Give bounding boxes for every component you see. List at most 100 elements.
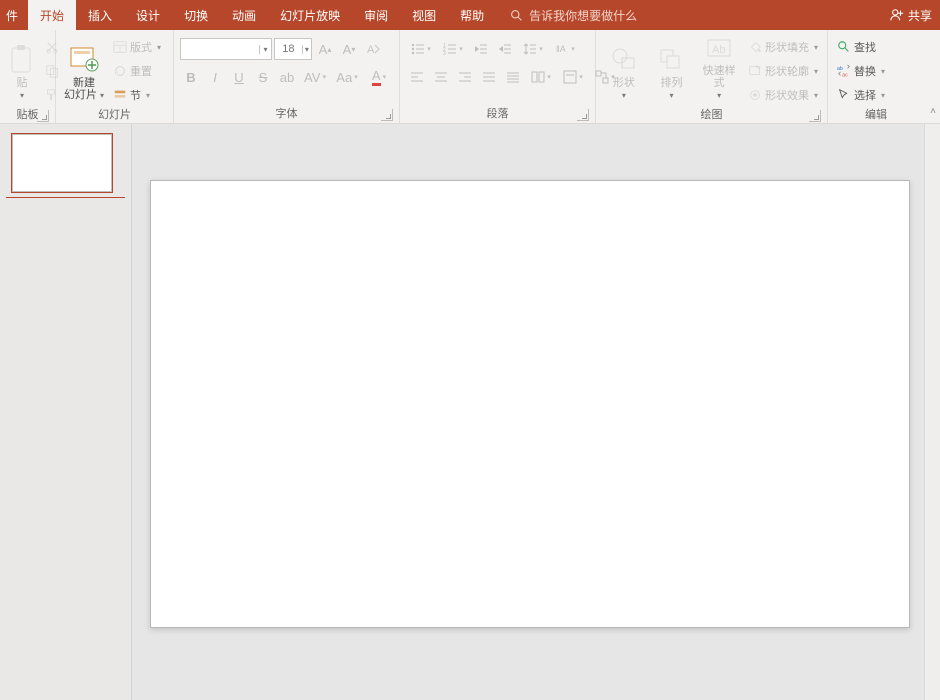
tab-review[interactable]: 审阅 <box>352 0 400 30</box>
decrease-indent-button[interactable] <box>470 38 492 60</box>
align-right-button[interactable] <box>454 66 476 88</box>
find-button[interactable]: 查找 <box>834 36 888 58</box>
ribbon: 贴▾ 贴板 新建 幻灯片 ▾ 版式▾ 重置 节▾ 幻灯片 <box>0 30 940 124</box>
clear-format-button[interactable]: A <box>362 38 384 60</box>
shape-fill-button[interactable]: 形状填充▾ <box>745 36 821 58</box>
shape-effects-button[interactable]: 形状效果▾ <box>745 84 821 106</box>
slide-canvas-area <box>132 124 940 700</box>
tab-design[interactable]: 设计 <box>124 0 172 30</box>
shapes-icon <box>610 46 638 72</box>
group-font: ▾ ▾ A▴ A▾ A B I U S ab AV▾ Aa▾ A▾ <box>174 30 400 123</box>
bold-button[interactable]: B <box>180 66 202 88</box>
shrink-font-button[interactable]: A▾ <box>338 38 360 60</box>
tell-me-search[interactable]: 告诉我你想要做什么 <box>510 0 637 30</box>
arrange-icon <box>657 46 685 72</box>
shadow-button[interactable]: ab <box>276 66 298 88</box>
font-size-dropdown[interactable]: ▾ <box>302 45 311 54</box>
tab-animations[interactable]: 动画 <box>220 0 268 30</box>
grow-font-button[interactable]: A▴ <box>314 38 336 60</box>
font-family-combo[interactable]: ▾ <box>180 38 272 60</box>
tab-file[interactable]: 件 <box>0 0 28 30</box>
tab-help[interactable]: 帮助 <box>448 0 496 30</box>
new-slide-label: 新建 幻灯片 <box>64 77 97 101</box>
align-text-button[interactable]: ▾ <box>558 66 588 88</box>
tab-view[interactable]: 视图 <box>400 0 448 30</box>
align-left-button[interactable] <box>406 66 428 88</box>
tab-slideshow[interactable]: 幻灯片放映 <box>268 0 352 30</box>
distribute-button[interactable] <box>502 66 524 88</box>
text-direction-button[interactable]: ‖A▾ <box>550 38 580 60</box>
increase-indent-button[interactable] <box>494 38 516 60</box>
strike-button[interactable]: S <box>252 66 274 88</box>
quick-styles-button[interactable]: Ab 快速样式▾ <box>697 34 741 102</box>
arrange-label: 排列 <box>660 77 682 89</box>
tab-strip: 件 开始 插入 设计 切换 动画 幻灯片放映 审阅 视图 帮助 告诉我你想要做什… <box>0 0 940 30</box>
svg-text:ab: ab <box>837 66 843 72</box>
tab-transitions[interactable]: 切换 <box>172 0 220 30</box>
font-family-dropdown[interactable]: ▾ <box>259 45 271 54</box>
shapes-button[interactable]: 形状▾ <box>602 34 646 102</box>
group-editing: 查找 abac替换▾ 选择▾ 编辑 <box>828 30 924 123</box>
arrange-button[interactable]: 排列▾ <box>650 34 694 102</box>
vertical-scrollbar[interactable] <box>924 124 940 700</box>
svg-text:3: 3 <box>443 51 446 56</box>
line-spacing-button[interactable]: ▾ <box>518 38 548 60</box>
group-slides-label: 幻灯片 <box>98 109 131 121</box>
layout-icon <box>113 40 127 54</box>
slide-thumbnail-1[interactable] <box>12 134 112 192</box>
group-clipboard: 贴▾ 贴板 <box>0 30 56 123</box>
layout-label: 版式 <box>130 39 152 55</box>
char-spacing-button[interactable]: AV▾ <box>300 66 330 88</box>
font-size-combo[interactable]: ▾ <box>274 38 312 60</box>
select-label: 选择 <box>854 87 876 103</box>
align-text-icon <box>563 70 577 84</box>
shape-fill-label: 形状填充 <box>765 39 809 55</box>
share-button[interactable]: 共享 <box>890 0 932 30</box>
align-left-icon <box>410 70 424 84</box>
shape-outline-button[interactable]: 形状轮廓▾ <box>745 60 821 82</box>
quick-styles-icon: Ab <box>705 36 733 62</box>
numbering-button[interactable]: 123▾ <box>438 38 468 60</box>
align-center-icon <box>434 70 448 84</box>
section-icon <box>113 88 127 102</box>
paste-icon <box>9 44 35 74</box>
svg-text:‖A: ‖A <box>556 44 566 54</box>
collapse-ribbon-button[interactable]: ˄ <box>930 106 936 117</box>
replace-button[interactable]: abac替换▾ <box>834 60 888 82</box>
shape-effects-label: 形状效果 <box>765 87 809 103</box>
replace-icon: abac <box>837 64 851 78</box>
columns-button[interactable]: ▾ <box>526 66 556 88</box>
font-color-button[interactable]: A▾ <box>364 66 394 88</box>
tab-insert[interactable]: 插入 <box>76 0 124 30</box>
workspace <box>0 124 940 700</box>
group-drawing: 形状▾ 排列▾ Ab 快速样式▾ 形状填充▾ 形状轮廓▾ 形状效果▾ 绘图 <box>596 30 828 123</box>
font-size-input[interactable] <box>275 43 302 55</box>
reset-label: 重置 <box>130 63 152 79</box>
align-justify-button[interactable] <box>478 66 500 88</box>
outdent-icon <box>474 42 488 56</box>
layout-button[interactable]: 版式▾ <box>110 36 164 58</box>
paste-button[interactable]: 贴▾ <box>6 34 38 102</box>
bullets-button[interactable]: ▾ <box>406 38 436 60</box>
align-center-button[interactable] <box>430 66 452 88</box>
italic-button[interactable]: I <box>204 66 226 88</box>
clipboard-dialog-launcher[interactable] <box>37 110 49 122</box>
section-button[interactable]: 节▾ <box>110 84 164 106</box>
tab-home[interactable]: 开始 <box>28 0 76 30</box>
bullets-icon <box>411 42 425 56</box>
group-paragraph-label: 段落 <box>487 108 509 120</box>
slide-canvas[interactable] <box>150 180 910 628</box>
quick-styles-label: 快速样式 <box>703 65 736 89</box>
reset-button[interactable]: 重置 <box>110 60 164 82</box>
group-clipboard-label: 贴板 <box>17 109 39 121</box>
new-slide-button[interactable]: 新建 幻灯片 ▾ <box>62 34 106 102</box>
underline-button[interactable]: U <box>228 66 250 88</box>
find-icon <box>837 40 851 54</box>
section-label: 节 <box>130 87 141 103</box>
select-button[interactable]: 选择▾ <box>834 84 888 106</box>
font-family-input[interactable] <box>181 43 259 55</box>
font-dialog-launcher[interactable] <box>381 109 393 121</box>
paragraph-dialog-launcher[interactable] <box>577 109 589 121</box>
change-case-button[interactable]: Aa▾ <box>332 66 362 88</box>
drawing-dialog-launcher[interactable] <box>809 110 821 122</box>
